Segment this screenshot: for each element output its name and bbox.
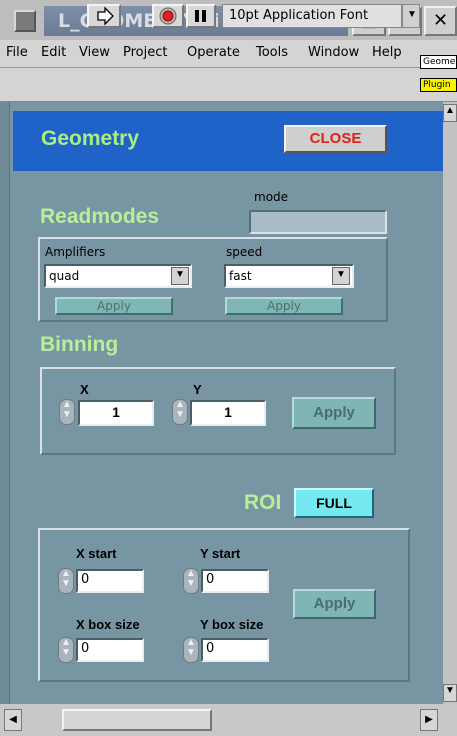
bin-y-field[interactable]: 1 — [190, 400, 266, 426]
pause-icon — [195, 10, 206, 22]
bin-y-spinner[interactable]: ▲ ▼ — [172, 399, 188, 425]
side-tab-geometry[interactable]: Geome — [420, 55, 457, 69]
toolbar — [0, 68, 457, 102]
scroll-up-button[interactable]: ▲ — [443, 104, 457, 122]
scroll-left-button[interactable]: ◀ — [4, 709, 22, 731]
bin-x-spinner[interactable]: ▲ ▼ — [59, 399, 75, 425]
amplifiers-select[interactable]: quad — [44, 264, 192, 288]
menu-project[interactable]: Project — [123, 41, 167, 67]
scroll-right-button[interactable]: ▶ — [420, 709, 438, 731]
side-tab-plugins[interactable]: Plugin — [420, 78, 457, 92]
pause-button[interactable] — [186, 4, 216, 28]
abort-button[interactable] — [152, 4, 184, 28]
speed-apply-button[interactable]: Apply — [225, 297, 343, 315]
font-selector[interactable]: 10pt Application Font — [222, 4, 402, 28]
speed-label: speed — [226, 245, 263, 259]
menu-operate[interactable]: Operate — [187, 41, 240, 67]
bin-x-label: X — [80, 382, 89, 397]
spin-arrows-icon: ▲ ▼ — [61, 637, 71, 658]
arrow-up-icon: ▲ — [445, 105, 455, 116]
full-roi-button[interactable]: FULL — [294, 488, 374, 518]
x-start-spinner[interactable]: ▲ ▼ — [58, 568, 74, 594]
spin-arrows-icon: ▲ ▼ — [175, 399, 185, 420]
arrow-right-icon: ▶ — [425, 714, 433, 725]
y-box-size-spinner[interactable]: ▲ ▼ — [183, 637, 199, 663]
chevron-down-icon: ▼ — [407, 9, 417, 20]
menu-file[interactable]: File — [6, 41, 28, 67]
bin-x-field[interactable]: 1 — [78, 400, 154, 426]
binning-heading: Binning — [40, 333, 119, 356]
menu-view[interactable]: View — [79, 41, 110, 67]
close-button[interactable]: CLOSE — [284, 125, 387, 153]
run-button[interactable] — [87, 4, 121, 28]
close-window-button[interactable]: ✕ — [424, 6, 457, 36]
arrow-down-icon: ▼ — [445, 685, 455, 696]
readmodes-heading: Readmodes — [40, 205, 160, 228]
menu-tools[interactable]: Tools — [256, 41, 288, 67]
y-start-spinner[interactable]: ▲ ▼ — [183, 568, 199, 594]
binning-apply-button[interactable]: Apply — [292, 397, 376, 429]
roi-apply-button[interactable]: Apply — [293, 589, 376, 619]
spin-arrows-icon: ▲ ▼ — [186, 568, 196, 589]
menu-window[interactable]: Window — [308, 41, 359, 67]
menu-help[interactable]: Help — [372, 41, 402, 67]
chevron-down-icon: ▼ — [175, 269, 185, 280]
mode-label: mode — [254, 190, 289, 204]
x-box-size-field[interactable]: 0 — [76, 638, 144, 662]
panel-left-strip — [0, 102, 10, 704]
chevron-down-icon: ▼ — [336, 269, 346, 280]
y-start-field[interactable]: 0 — [201, 569, 269, 593]
x-start-field[interactable]: 0 — [76, 569, 144, 593]
window-menu-icon[interactable] — [14, 10, 36, 32]
horizontal-scroll-thumb[interactable] — [62, 709, 212, 731]
stop-icon — [159, 7, 177, 25]
font-dropdown-button[interactable]: ▼ — [402, 4, 420, 28]
bin-y-label: Y — [193, 382, 202, 397]
spin-arrows-icon: ▲ ▼ — [62, 399, 72, 420]
panel-title: Geometry — [41, 127, 140, 150]
amplifiers-apply-button[interactable]: Apply — [55, 297, 173, 315]
arrow-left-icon: ◀ — [9, 714, 17, 725]
spin-arrows-icon: ▲ ▼ — [61, 568, 71, 589]
y-box-size-field[interactable]: 0 — [201, 638, 269, 662]
spin-arrows-icon: ▲ ▼ — [186, 637, 196, 658]
amplifiers-label: Amplifiers — [45, 245, 106, 259]
y-box-size-label: Y box size — [200, 617, 264, 632]
vertical-scrollbar[interactable] — [443, 102, 457, 704]
y-start-label: Y start — [200, 546, 241, 561]
menu-edit[interactable]: Edit — [41, 41, 66, 67]
x-box-size-spinner[interactable]: ▲ ▼ — [58, 637, 74, 663]
x-start-label: X start — [76, 546, 117, 561]
run-arrow-icon — [97, 6, 114, 26]
speed-dropdown-button[interactable]: ▼ — [332, 267, 350, 285]
roi-heading: ROI — [244, 491, 282, 514]
mode-indicator — [249, 210, 387, 234]
scroll-down-button[interactable]: ▼ — [443, 684, 457, 702]
x-box-size-label: X box size — [76, 617, 140, 632]
amplifiers-dropdown-button[interactable]: ▼ — [171, 267, 189, 285]
